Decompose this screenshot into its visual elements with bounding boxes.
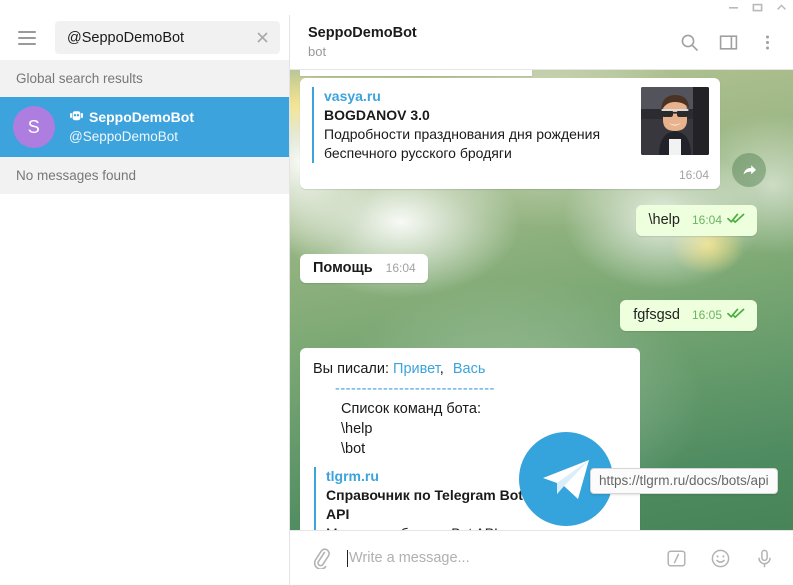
composer-actions — [661, 543, 779, 573]
search-icon[interactable] — [677, 30, 701, 54]
close-icon[interactable] — [250, 26, 274, 50]
chat-subtitle: bot — [308, 44, 327, 59]
main-split: @SeppoDemoBot Global search results S Se… — [0, 15, 793, 585]
window-close-button[interactable] — [769, 0, 793, 15]
result-name-row: SeppoDemoBot — [69, 108, 194, 126]
chat-header-actions — [677, 30, 779, 54]
message-meta: 16:05 — [692, 306, 745, 324]
message-bubble-pomosh[interactable]: Помощь 16:04 — [300, 254, 428, 283]
message-text: fgfsgsd — [633, 307, 680, 323]
chat-title-wrap[interactable]: SeppoDemoBot bot — [308, 24, 677, 60]
message-meta: 16:04 — [692, 211, 745, 229]
sidebar-item-seppodemobot[interactable]: S SeppoDemoBot @SeppoDemoBot — [0, 97, 289, 157]
link-preview-text: tlgrm.ru Справочник по Telegram Bot API … — [326, 467, 536, 530]
message-text: \help — [648, 212, 680, 228]
forward-arrow-icon[interactable] — [732, 153, 766, 187]
divider-dashes: ------------------------------ — [335, 381, 495, 397]
message-row-pomosh: Помощь 16:04 — [300, 254, 781, 283]
message-input[interactable]: Write a message... — [347, 549, 661, 567]
reply-word-1[interactable]: Привет — [393, 361, 440, 377]
smiley-icon[interactable] — [705, 543, 735, 573]
message-bubble-bogdanov[interactable]: vasya.ru BOGDANOV 3.0 Подробности праздн… — [300, 78, 720, 189]
double-check-icon — [727, 306, 745, 324]
command-line-0: Список команд бота: — [341, 401, 481, 417]
double-check-icon — [727, 211, 745, 229]
result-username: @SeppoDemoBot — [69, 129, 179, 144]
window-maximize-button[interactable] — [745, 0, 769, 15]
message-text: Помощь — [313, 260, 373, 276]
left-sidebar: @SeppoDemoBot Global search results S Se… — [0, 15, 290, 585]
window-minimize-button[interactable] — [721, 0, 745, 15]
text-caret — [347, 549, 348, 567]
message-bubble-help[interactable]: \help 16:04 — [635, 205, 757, 236]
link-preview-site[interactable]: vasya.ru — [324, 87, 627, 106]
chat-panel: SeppoDemoBot bot vasya.ru BOGDANOV 3.0 П… — [290, 15, 793, 585]
link-preview-site[interactable]: tlgrm.ru — [326, 467, 536, 486]
link-preview-description: Подробности празднования дня рождения бе… — [324, 126, 601, 161]
microphone-icon[interactable] — [749, 543, 779, 573]
more-vertical-icon[interactable] — [755, 30, 779, 54]
link-preview-title: BOGDANOV 3.0 — [324, 107, 430, 123]
reply-quote-line: Вы писали: Привет, Вась — [313, 359, 627, 379]
link-preview-photo[interactable] — [641, 87, 709, 155]
message-timestamp: 16:04 — [691, 213, 722, 227]
reply-prefix: Вы писали: — [313, 361, 389, 377]
search-input[interactable]: @SeppoDemoBot — [55, 21, 280, 54]
result-text: SeppoDemoBot @SeppoDemoBot — [69, 108, 194, 146]
url-tooltip: https://tlgrm.ru/docs/bots/api — [590, 468, 778, 494]
chat-header: SeppoDemoBot bot — [290, 15, 793, 70]
message-list-inner: \bot vasya.ru BOGDANOV 3.0 Подробности п… — [290, 70, 793, 530]
message-timestamp: 16:05 — [691, 308, 722, 322]
no-messages-found-label: No messages found — [0, 157, 289, 194]
reply-word-2[interactable]: Вась — [453, 361, 486, 377]
message-timestamp: 16:04 — [385, 261, 416, 275]
message-bubble-clipped: \bot — [300, 70, 532, 76]
message-list[interactable]: \bot vasya.ru BOGDANOV 3.0 Подробности п… — [290, 70, 793, 530]
paperclip-icon[interactable] — [306, 543, 336, 573]
page-title: SeppoDemoBot — [308, 25, 417, 41]
message-bubble-fgfsgsd[interactable]: fgfsgsd 16:05 — [620, 300, 757, 331]
message-row-help: \help 16:04 — [300, 205, 781, 236]
bot-badge-icon — [69, 108, 84, 126]
search-input-value: @SeppoDemoBot — [67, 29, 185, 46]
window-titlebar — [0, 0, 793, 15]
link-preview-vasya[interactable]: vasya.ru BOGDANOV 3.0 Подробности праздн… — [312, 87, 709, 163]
link-preview-title: Справочник по Telegram Bot API — [326, 487, 523, 522]
global-search-results-header: Global search results — [0, 60, 289, 97]
search-row: @SeppoDemoBot — [0, 15, 289, 60]
split-panel-icon[interactable] — [716, 30, 740, 54]
avatar: S — [13, 106, 55, 148]
reply-comma: , — [439, 361, 444, 377]
slash-command-icon[interactable] — [661, 543, 691, 573]
message-composer: Write a message... — [290, 530, 793, 585]
message-row-bogdanov: vasya.ru BOGDANOV 3.0 Подробности праздн… — [300, 78, 781, 189]
sidebar-empty-area — [0, 194, 289, 585]
message-row-fgfsgsd: fgfsgsd 16:05 — [300, 300, 781, 331]
message-input-placeholder: Write a message... — [349, 550, 470, 566]
message-timestamp: 16:04 — [678, 168, 709, 182]
link-preview-text: vasya.ru BOGDANOV 3.0 Подробности праздн… — [324, 87, 627, 163]
result-name: SeppoDemoBot — [89, 109, 194, 125]
telegram-window: @SeppoDemoBot Global search results S Se… — [0, 0, 793, 585]
hamburger-menu-icon[interactable] — [10, 23, 44, 53]
